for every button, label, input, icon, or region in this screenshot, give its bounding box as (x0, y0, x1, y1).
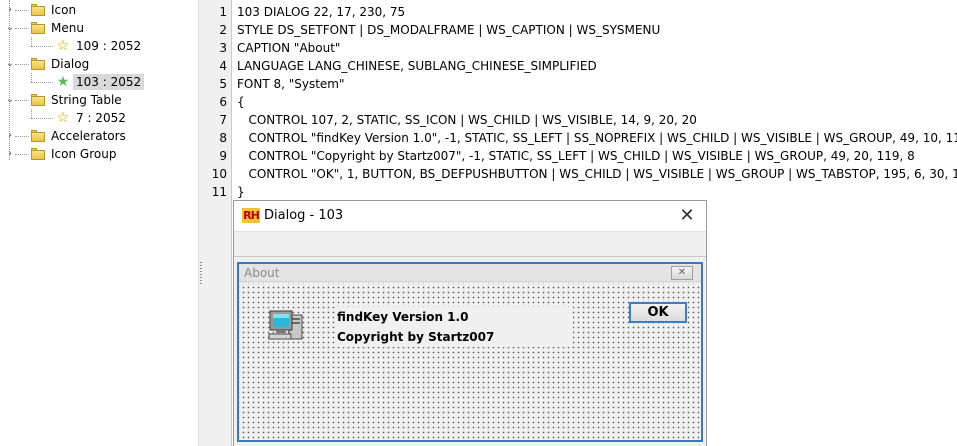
tree-connector (31, 118, 53, 119)
star-yellow-icon: ☆ (56, 38, 70, 54)
tree-item-label: Icon (51, 3, 77, 17)
tree-item-label: String Table (51, 93, 122, 107)
code-line[interactable]: CONTROL "Copyright by Startz007", -1, ST… (237, 147, 914, 165)
folder-icon (31, 58, 45, 70)
tree-item-string-7[interactable]: ☆ 7 : 2052 (0, 109, 198, 127)
line-number: 6 (219, 95, 227, 109)
chevron-right-icon[interactable]: › (5, 149, 15, 159)
tree-item-dialog[interactable]: ⌄ Dialog (0, 55, 198, 73)
chevron-down-icon[interactable]: ⌄ (5, 23, 15, 33)
star-yellow-icon: ☆ (56, 110, 70, 126)
about-dialog[interactable]: About ✕ findKey Version 1.0 Copyright by… (237, 262, 703, 442)
computer-icon[interactable] (267, 305, 307, 345)
splitter-grip-icon[interactable] (200, 262, 202, 286)
tree-connector (15, 64, 29, 65)
code-line[interactable]: LANGUAGE LANG_CHINESE, SUBLANG_CHINESE_S… (237, 57, 597, 75)
resource-tree[interactable]: › Icon ⌄ Menu ☆ 109 : 2052 ⌄ Dialog ★ 10… (0, 0, 198, 446)
line-number-gutter: 1 2 3 4 5 6 7 8 9 10 11 (203, 0, 232, 446)
code-line[interactable]: } (237, 183, 245, 201)
line-number: 8 (219, 131, 227, 145)
code-line[interactable]: { (237, 93, 245, 111)
tree-item-string-table[interactable]: ⌄ String Table (0, 91, 198, 109)
line-number: 1 (219, 5, 227, 19)
preview-canvas[interactable]: About ✕ findKey Version 1.0 Copyright by… (234, 257, 706, 446)
copyright-label[interactable]: Copyright by Startz007 (335, 327, 573, 347)
code-line[interactable]: CONTROL "OK", 1, BUTTON, BS_DEFPUSHBUTTO… (237, 165, 957, 183)
tree-connector (31, 46, 53, 47)
tree-item-icon-group[interactable]: › Icon Group (0, 145, 198, 163)
line-number: 9 (219, 149, 227, 163)
tree-connector (15, 154, 29, 155)
line-number: 11 (211, 185, 227, 199)
about-dialog-title: About (244, 266, 280, 280)
chevron-right-icon[interactable]: › (5, 5, 15, 15)
folder-icon (31, 22, 45, 34)
about-titlebar[interactable]: About ✕ (239, 264, 701, 282)
preview-toolbar (234, 231, 706, 257)
chevron-down-icon[interactable]: ⌄ (5, 59, 15, 69)
line-number: 10 (211, 167, 227, 181)
line-number: 5 (219, 77, 227, 91)
close-icon[interactable]: ✕ (671, 266, 693, 280)
line-number: 4 (219, 59, 227, 73)
tree-item-label: Dialog (51, 57, 90, 71)
tree-connector (15, 10, 29, 11)
tree-item-label: Icon Group (51, 147, 117, 161)
code-line[interactable]: 103 DIALOG 22, 17, 230, 75 (237, 3, 405, 21)
code-line[interactable]: CONTROL 107, 2, STATIC, SS_ICON | WS_CHI… (237, 111, 697, 129)
tree-item-label: 109 : 2052 (76, 39, 142, 53)
folder-icon (31, 148, 45, 160)
preview-title: Dialog - 103 (264, 208, 344, 223)
dialog-preview-window[interactable]: RH Dialog - 103 ✕ About ✕ findKey Versio… (233, 200, 707, 446)
tree-item-label: 7 : 2052 (76, 111, 126, 125)
tree-item-menu-109[interactable]: ☆ 109 : 2052 (0, 37, 198, 55)
tree-connector (15, 28, 29, 29)
chevron-right-icon[interactable]: › (5, 131, 15, 141)
preview-titlebar[interactable]: RH Dialog - 103 ✕ (234, 201, 706, 231)
folder-icon (31, 4, 45, 16)
tree-item-icon[interactable]: › Icon (0, 1, 198, 19)
tree-item-menu[interactable]: ⌄ Menu (0, 19, 198, 37)
app-logo-icon: RH (242, 208, 260, 223)
tree-connector (15, 100, 29, 101)
close-icon[interactable]: ✕ (672, 204, 702, 228)
tree-item-dialog-103[interactable]: ★ 103 : 2052 (0, 73, 198, 91)
line-number: 2 (219, 23, 227, 37)
star-green-icon: ★ (56, 74, 70, 90)
ok-button[interactable]: OK (629, 302, 687, 323)
line-number: 7 (219, 113, 227, 127)
dialog-design-grid[interactable]: findKey Version 1.0 Copyright by Startz0… (239, 283, 701, 440)
tree-connector (15, 136, 29, 137)
folder-icon (31, 94, 45, 106)
code-line[interactable]: CAPTION "About" (237, 39, 340, 57)
chevron-down-icon[interactable]: ⌄ (5, 95, 15, 105)
tree-item-label: Menu (51, 21, 84, 35)
tree-connector (31, 82, 53, 83)
code-line[interactable]: FONT 8, "System" (237, 75, 345, 93)
tree-item-accelerators[interactable]: › Accelerators (0, 127, 198, 145)
folder-icon (31, 130, 45, 142)
tree-item-label: 103 : 2052 (73, 74, 145, 90)
version-label[interactable]: findKey Version 1.0 (335, 307, 573, 327)
line-number: 3 (219, 41, 227, 55)
code-line[interactable]: STYLE DS_SETFONT | DS_MODALFRAME | WS_CA… (237, 21, 660, 39)
tree-item-label: Accelerators (51, 129, 126, 143)
code-line[interactable]: CONTROL "findKey Version 1.0", -1, STATI… (237, 129, 957, 147)
